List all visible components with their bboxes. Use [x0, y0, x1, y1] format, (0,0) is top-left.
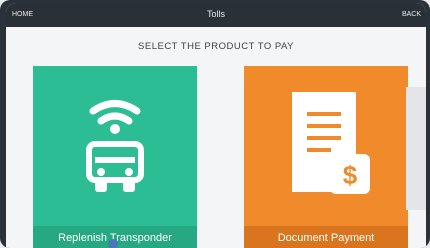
- car-transponder-icon: [86, 100, 144, 192]
- back-button[interactable]: BACK: [402, 11, 421, 18]
- touch-indicator: [108, 239, 118, 248]
- replenish-transponder-card[interactable]: Replenish Transponder: [33, 66, 197, 248]
- screen: HOME Tolls BACK SELECT THE PRODUCT TO PA…: [6, 3, 426, 248]
- instruction-text: SELECT THE PRODUCT TO PAY: [138, 41, 294, 52]
- document-dollar-icon: $: [292, 92, 370, 194]
- page-title: Tolls: [206, 9, 225, 19]
- device-frame: HOME Tolls BACK SELECT THE PRODUCT TO PA…: [0, 0, 430, 248]
- top-bar: HOME Tolls BACK: [6, 3, 426, 27]
- document-payment-card[interactable]: $ Document Payment: [244, 66, 408, 248]
- side-panel: [406, 87, 426, 210]
- svg-text:$: $: [343, 160, 358, 190]
- card-label: Document Payment: [244, 226, 408, 248]
